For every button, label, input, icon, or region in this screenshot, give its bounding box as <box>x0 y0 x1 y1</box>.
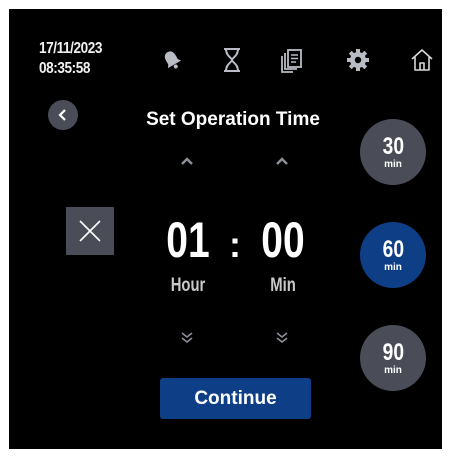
preset-unit: min <box>384 158 402 170</box>
minute-label: Min <box>270 275 296 296</box>
preset-value: 90 <box>382 338 404 366</box>
hour-value[interactable]: 01 <box>157 212 219 268</box>
time-separator: : <box>229 224 241 265</box>
documents-icon[interactable] <box>279 47 305 73</box>
close-icon <box>79 220 101 242</box>
bell-icon[interactable] <box>159 47 185 73</box>
gear-icon[interactable] <box>345 47 371 73</box>
operation-time-screen: 17/11/2023 08:35:58 Set Operation Time 0… <box>9 9 442 449</box>
hour-decrease-button[interactable] <box>175 328 199 348</box>
chevron-up-icon <box>181 157 193 165</box>
double-chevron-down-icon <box>181 332 193 344</box>
continue-button[interactable]: Continue <box>160 378 311 419</box>
preset-value: 60 <box>382 235 404 263</box>
preset-30-min-button[interactable]: 30 min <box>360 119 426 185</box>
minute-decrease-button[interactable] <box>270 328 294 348</box>
hour-label: Hour <box>170 275 206 296</box>
preset-90-min-button[interactable]: 90 min <box>360 325 426 391</box>
close-button[interactable] <box>66 207 114 255</box>
page-title: Set Operation Time <box>146 109 320 130</box>
preset-value: 30 <box>382 132 404 160</box>
minute-value[interactable]: 00 <box>252 212 314 268</box>
double-chevron-down-icon <box>276 332 288 344</box>
preset-unit: min <box>384 261 402 273</box>
preset-unit: min <box>384 364 402 376</box>
status-time: 08:35:58 <box>39 60 91 77</box>
preset-60-min-button[interactable]: 60 min <box>360 222 426 288</box>
status-date: 17/11/2023 <box>39 40 103 57</box>
back-button[interactable] <box>48 100 78 130</box>
hourglass-icon[interactable] <box>219 47 245 73</box>
chevron-up-icon <box>276 157 288 165</box>
chevron-left-icon <box>58 109 66 121</box>
home-icon[interactable] <box>409 47 435 73</box>
hour-increase-button[interactable] <box>175 151 199 171</box>
status-datetime: 17/11/2023 08:35:58 <box>39 39 102 79</box>
minute-increase-button[interactable] <box>270 151 294 171</box>
